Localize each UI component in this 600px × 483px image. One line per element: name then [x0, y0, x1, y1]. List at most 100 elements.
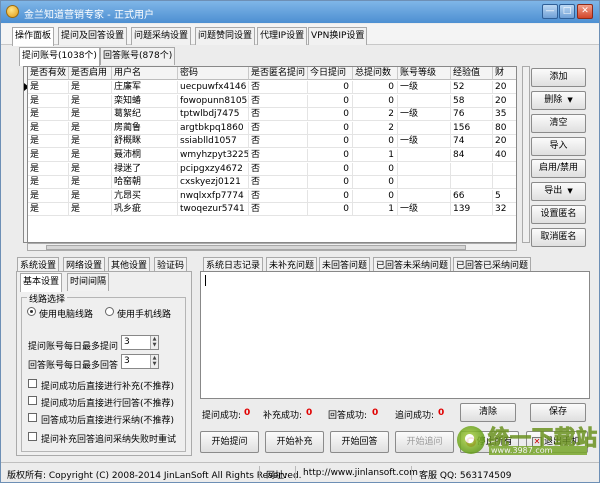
set-anonymous-button[interactable]: 设置匿名 — [531, 205, 586, 224]
cell-today-asks[interactable]: 0 — [308, 162, 353, 176]
col-enabled[interactable]: 是否启用 — [69, 67, 112, 80]
cell-total-asks[interactable]: 2 — [353, 108, 398, 122]
cell-total-asks[interactable]: 0 — [353, 81, 398, 94]
clear-accounts-button[interactable]: 清空 — [531, 114, 586, 133]
cell-experience[interactable]: 84 — [451, 149, 493, 162]
cell-today-asks[interactable]: 0 — [308, 203, 353, 217]
delete-dropdown-button[interactable]: 删除 ▼ — [531, 91, 586, 110]
cell-total-asks[interactable]: 1 — [353, 149, 398, 162]
tab-vpn-ip-settings[interactable]: VPN换IP设置 — [308, 27, 368, 45]
export-dropdown-button[interactable]: 导出 ▼ — [531, 182, 586, 201]
auto-answer-checkbox[interactable] — [28, 396, 37, 405]
cell-today-asks[interactable]: 0 — [308, 135, 353, 149]
spinner-arrows-icon[interactable]: ▲ ▼ — [150, 355, 158, 368]
route-mobile-label[interactable]: 使用手机线路 — [117, 307, 171, 320]
table-row[interactable]: 是是栾知蝽 fowopunn8105 否 0 0 58 20 — [28, 94, 516, 108]
cell-password[interactable]: twoqezur5741 — [178, 203, 249, 217]
cell-wealth[interactable]: 20 — [493, 135, 516, 149]
cell-username[interactable]: 禄迷了 — [112, 162, 178, 176]
cell-wealth[interactable]: 20 — [493, 95, 516, 108]
cell-password[interactable]: nwqlxxfp7774 — [178, 189, 249, 203]
table-row[interactable]: 是是巩乡疵 twoqezur5741 否 0 1 一级 139 32 — [28, 203, 516, 217]
cell-experience[interactable]: 74 — [451, 135, 493, 149]
cell-password[interactable]: uecpuwfx4146 — [178, 81, 249, 94]
cell-experience[interactable]: 58 — [451, 94, 493, 108]
cell-username[interactable]: 亢昂买 — [112, 189, 178, 203]
cell-valid[interactable]: 是 — [28, 176, 69, 190]
cell-valid[interactable]: 是 — [28, 81, 69, 94]
route-pc-label[interactable]: 使用电脑线路 — [39, 307, 93, 320]
cell-today-asks[interactable]: 0 — [308, 94, 353, 108]
cell-password[interactable]: pcipgxzy4672 — [178, 162, 249, 176]
tab-proxy-ip-settings[interactable]: 代理IP设置 — [257, 27, 308, 45]
route-pc-radio[interactable] — [27, 307, 36, 316]
cell-anonymous[interactable]: 否 — [249, 121, 308, 135]
cell-username[interactable]: 聂沛桐 — [112, 149, 178, 162]
col-password[interactable]: 密码 — [178, 67, 249, 80]
cell-level[interactable] — [398, 162, 451, 176]
table-row[interactable]: 是是禄迷了 pcipgxzy4672 否 0 0 — [28, 162, 516, 176]
cell-level[interactable] — [398, 176, 451, 190]
tab-answer-accounts[interactable]: 回答账号(878个) — [100, 47, 176, 65]
cell-total-asks[interactable]: 1 — [353, 203, 398, 217]
cell-total-asks[interactable]: 2 — [353, 121, 398, 135]
cell-level[interactable] — [398, 94, 451, 108]
cell-wealth[interactable]: 35 — [493, 108, 516, 122]
cell-wealth[interactable] — [493, 176, 516, 190]
cell-enabled[interactable]: 是 — [69, 108, 112, 122]
col-today-asks[interactable]: 今日提问 — [308, 67, 353, 80]
cell-enabled[interactable]: 是 — [69, 189, 112, 203]
cell-anonymous[interactable]: 否 — [249, 189, 308, 203]
cell-enabled[interactable]: 是 — [69, 94, 112, 108]
table-row[interactable]: 是是庄廉军 uecpuwfx4146 否 0 0 一级 52 20 — [28, 81, 516, 94]
cell-experience[interactable]: 139 — [451, 203, 493, 217]
cell-username[interactable]: 栾知蝽 — [112, 94, 178, 108]
cell-experience[interactable] — [451, 162, 493, 176]
cell-anonymous[interactable]: 否 — [249, 203, 308, 217]
cell-total-asks[interactable]: 0 — [353, 189, 398, 203]
table-row[interactable]: 是是亢昂买 nwqlxxfp7774 否 0 0 66 5 — [28, 189, 516, 203]
cell-valid[interactable]: 是 — [28, 162, 69, 176]
scrollbar-thumb[interactable] — [46, 245, 466, 250]
table-row[interactable]: 是是舒概眯 ssiablld1057 否 0 0 一级 74 20 — [28, 135, 516, 149]
start-supplement-button[interactable]: 开始补充 — [265, 431, 324, 453]
cell-valid[interactable]: 是 — [28, 189, 69, 203]
route-mobile-radio[interactable] — [105, 307, 114, 316]
add-account-button[interactable]: 添加 — [531, 68, 586, 87]
cell-enabled[interactable]: 是 — [69, 135, 112, 149]
cell-enabled[interactable]: 是 — [69, 203, 112, 217]
cell-enabled[interactable]: 是 — [69, 149, 112, 162]
cell-anonymous[interactable]: 否 — [249, 81, 308, 94]
cell-level[interactable]: 一级 — [398, 135, 451, 149]
cell-experience[interactable]: 66 — [451, 189, 493, 203]
grid-horizontal-scrollbar[interactable] — [27, 243, 517, 251]
auto-answer-label[interactable]: 提问成功后直接进行回答(不推荐) — [41, 396, 174, 409]
cell-anonymous[interactable]: 否 — [249, 162, 308, 176]
table-row[interactable]: 是是葛絮纪 tptwlbdj7475 否 0 2 一级 76 35 — [28, 108, 516, 122]
cell-anonymous[interactable]: 否 — [249, 94, 308, 108]
cell-total-asks[interactable]: 0 — [353, 162, 398, 176]
cell-password[interactable]: argtbkpq1860 — [178, 121, 249, 135]
auto-adopt-label[interactable]: 回答成功后直接进行采纳(不推荐) — [41, 413, 174, 426]
save-log-button[interactable]: 保存 — [530, 403, 586, 422]
cell-total-asks[interactable]: 0 — [353, 176, 398, 190]
cell-wealth[interactable] — [493, 163, 516, 176]
tab-adopt-settings[interactable]: 问题采纳设置 — [131, 27, 192, 45]
cancel-anonymous-button[interactable]: 取消匿名 — [531, 228, 586, 247]
auto-adopt-checkbox[interactable] — [28, 413, 37, 422]
website-link[interactable]: http://www.jinlansoft.com — [303, 468, 418, 478]
cell-enabled[interactable]: 是 — [69, 81, 112, 94]
cell-total-asks[interactable]: 0 — [353, 94, 398, 108]
cell-password[interactable]: cxskyezj0121 — [178, 176, 249, 190]
col-level[interactable]: 账号等级 — [398, 67, 451, 80]
maximize-button[interactable]: □ — [559, 4, 575, 19]
clear-log-button[interactable]: 清除 — [460, 403, 516, 422]
answer-limit-stepper[interactable]: 3 ▲ ▼ — [121, 354, 159, 369]
col-anonymous[interactable]: 是否匿名提问 — [249, 67, 308, 80]
cell-experience[interactable]: 76 — [451, 108, 493, 122]
start-ask-button[interactable]: 开始提问 — [200, 431, 259, 453]
cell-today-asks[interactable]: 0 — [308, 81, 353, 94]
cell-valid[interactable]: 是 — [28, 121, 69, 135]
col-total-asks[interactable]: 总提问数 — [353, 67, 398, 80]
cell-wealth[interactable]: 40 — [493, 149, 516, 162]
